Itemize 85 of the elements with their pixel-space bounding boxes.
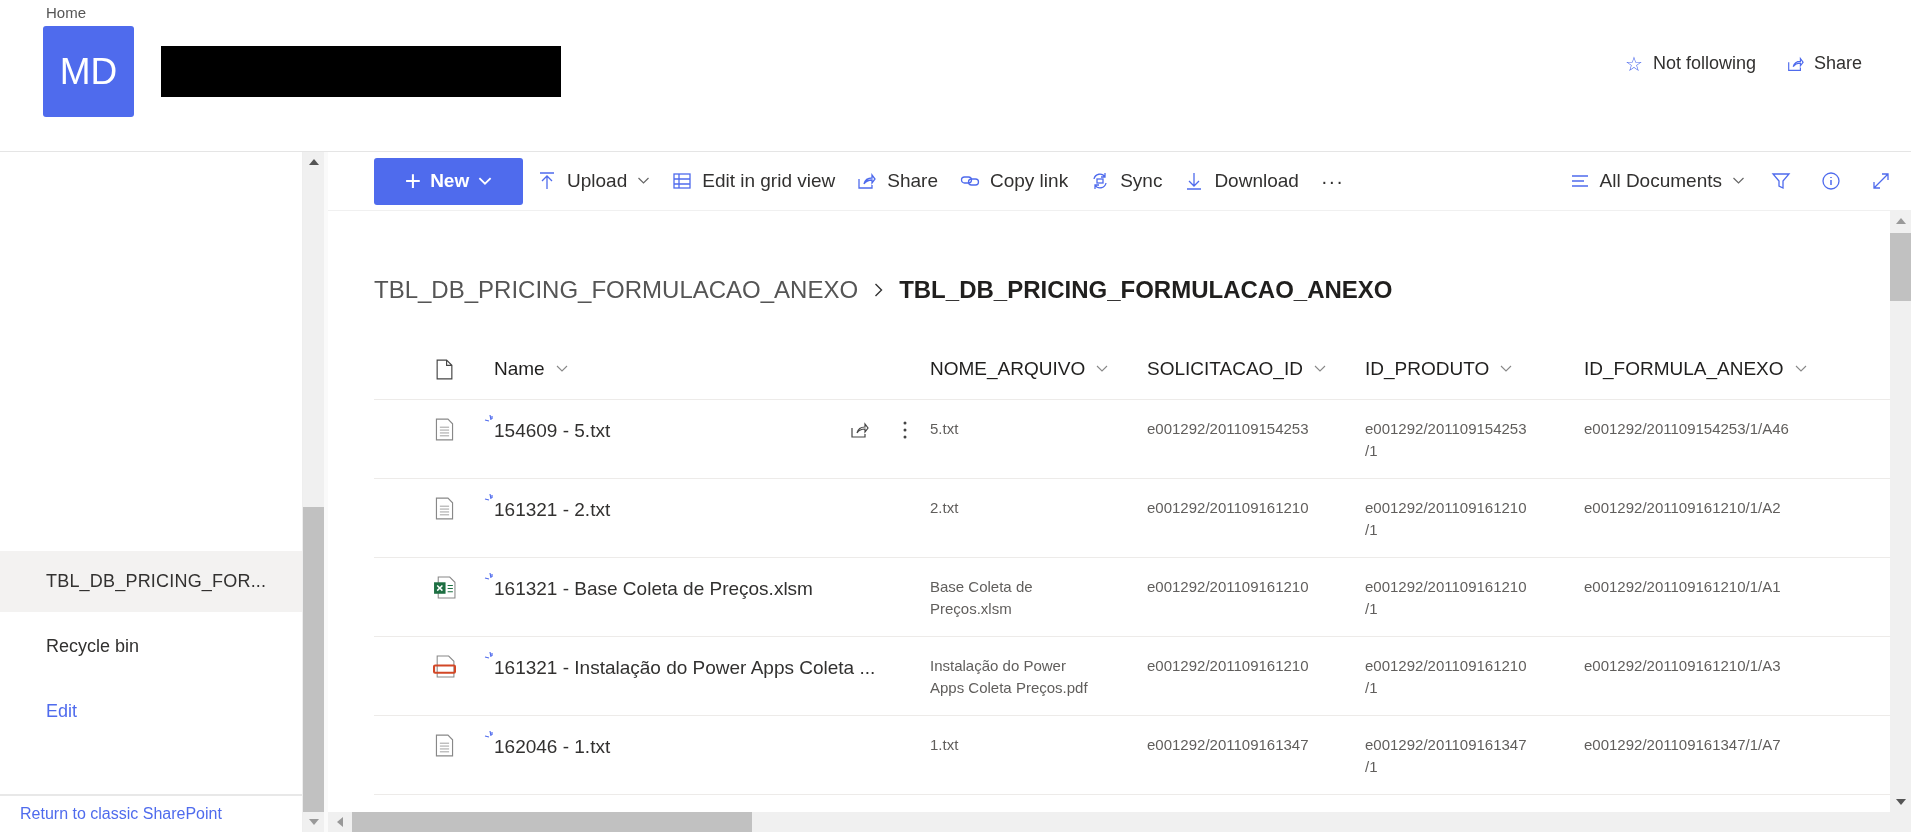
chevron-right-icon: [874, 283, 884, 297]
classic-link[interactable]: Return to classic SharePoint: [20, 805, 222, 823]
table-cell-text: e001292/201109161210/1/A1: [1584, 577, 1782, 597]
table-cell-text: e001292/201109154253: [1147, 419, 1310, 439]
home-link[interactable]: Home: [46, 4, 561, 26]
table-cell-text: e001292/201109161347/1/A7: [1584, 735, 1782, 755]
share-icon: [850, 420, 870, 440]
file-type-icon: [435, 358, 453, 380]
table-cell-text: Instalação do Power Apps Coleta Preços.pdf: [930, 656, 1089, 698]
column-header[interactable]: NOME_ARQUIVO: [930, 358, 1110, 380]
table-cell-text: e001292/201109161210: [1147, 498, 1310, 518]
view-selector[interactable]: All Documents: [1561, 164, 1753, 198]
table-cell-text: e001292/201109154253 /1: [1365, 419, 1528, 461]
table-cell-text: 2.txt: [930, 498, 960, 518]
scroll-thumb[interactable]: [352, 812, 752, 832]
chevron-icon: [1732, 177, 1745, 185]
nav-item[interactable]: TBL_DB_PRICING_FOR...: [0, 551, 302, 612]
table-cell-text: e001292/201109161347: [1147, 735, 1310, 755]
breadcrumb-item[interactable]: TBL_DB_PRICING_FORMULACAO_ANEXO: [899, 276, 1393, 304]
command-button[interactable]: Copy link: [952, 164, 1077, 198]
table-cell-text: e001292/201109161210: [1147, 577, 1310, 597]
filter-icon: [1771, 171, 1791, 191]
new-item-icon: [484, 572, 494, 582]
command-button[interactable]: Share: [849, 164, 946, 198]
scroll-up-icon[interactable]: [308, 158, 319, 166]
text-file-icon: [434, 497, 454, 520]
new-item-icon: [484, 651, 494, 661]
file-name-link[interactable]: 154609 - 5.txt: [494, 418, 840, 442]
file-name-link[interactable]: 161321 - Base Coleta de Preços.xlsm: [494, 576, 930, 600]
column-header[interactable]: SOLICITACAO_ID: [1147, 358, 1327, 380]
new-item-icon: [484, 730, 494, 740]
column-header[interactable]: ID_PRODUTO: [1365, 358, 1514, 380]
more-button[interactable]: ···: [1312, 163, 1352, 199]
scroll-down-icon[interactable]: [1895, 798, 1906, 806]
file-name-link[interactable]: 161321 - 2.txt: [494, 497, 930, 521]
scrollbar[interactable]: [328, 812, 1911, 832]
excel-file-icon: [432, 576, 456, 599]
scroll-thumb[interactable]: [1890, 233, 1911, 301]
chevron-icon: [478, 176, 493, 186]
table-cell-text: 5.txt: [930, 419, 960, 439]
command-button[interactable]: Upload: [529, 164, 659, 198]
command-button[interactable]: Edit in grid view: [664, 164, 844, 198]
expand-icon: [1871, 171, 1891, 191]
table-cell-text: e001292/201109161210 /1: [1365, 656, 1528, 698]
nav-item[interactable]: Recycle bin: [0, 616, 302, 677]
table-cell-text: e001292/201109161210 /1: [1365, 577, 1528, 619]
breadcrumb-item[interactable]: TBL_DB_PRICING_FORMULACAO_ANEXO: [374, 276, 859, 304]
chevron-icon: [1793, 365, 1808, 373]
file-name-link[interactable]: 162046 - 1.txt: [494, 734, 930, 758]
chevron-icon: [554, 365, 569, 373]
table-cell-text: e001292/201109154253/1/A46: [1584, 419, 1790, 439]
more-icon: [902, 420, 908, 440]
table-cell-text: e001292/201109161210 /1: [1365, 498, 1528, 540]
text-file-icon: [434, 734, 454, 757]
share-button[interactable]: Share: [1779, 49, 1868, 78]
chevron-icon: [1499, 365, 1514, 373]
column-header[interactable]: Name: [494, 358, 569, 380]
chevron-icon: [1312, 365, 1327, 373]
new-item-icon: [484, 493, 494, 503]
nav-item[interactable]: Edit: [0, 681, 302, 742]
table-cell-text: Base Coleta de Preços.xlsm: [930, 577, 1034, 619]
table-cell-text: e001292/201109161210/1/A2: [1584, 498, 1782, 518]
site-logo[interactable]: MD: [43, 26, 134, 117]
follow-button[interactable]: ☆ Not following: [1618, 47, 1762, 80]
text-file-icon: [434, 418, 454, 441]
new-item-icon: [484, 414, 494, 424]
scrollbar[interactable]: [1890, 211, 1911, 812]
scroll-left-icon[interactable]: [336, 817, 344, 827]
pdf-file-icon: [432, 655, 456, 678]
share-icon: [857, 171, 878, 191]
new-button[interactable]: + New: [374, 157, 523, 205]
info-icon: [1821, 171, 1841, 191]
upload-icon: [537, 171, 557, 191]
scrollbar[interactable]: [303, 152, 328, 832]
table-cell-text: e001292/201109161347 /1: [1365, 735, 1528, 777]
file-name-link[interactable]: 161321 - Instalação do Power Apps Coleta ...: [494, 655, 930, 679]
column-header[interactable]: ID_FORMULA_ANEXO: [1584, 358, 1808, 380]
table-cell-text: e001292/201109161210: [1147, 656, 1310, 676]
grid-icon: [672, 171, 693, 191]
scroll-thumb[interactable]: [303, 507, 324, 812]
command-button[interactable]: Sync: [1082, 164, 1171, 198]
chevron-icon: [1095, 365, 1110, 373]
table-cell-text: 1.txt: [930, 735, 960, 755]
command-button[interactable]: Download: [1176, 164, 1307, 198]
table-cell-text: e001292/201109161210/1/A3: [1584, 656, 1782, 676]
